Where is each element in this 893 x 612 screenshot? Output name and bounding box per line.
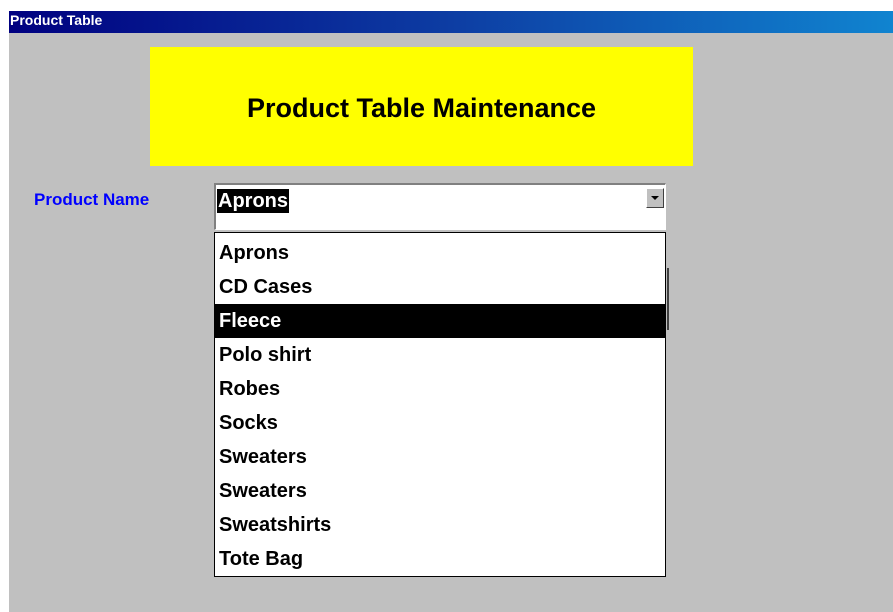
dropdown-item[interactable]: Sweatshirts <box>215 508 665 542</box>
dropdown-item[interactable]: Robes <box>215 372 665 406</box>
dropdown-item[interactable]: Socks <box>215 406 665 440</box>
page-title: Product Table Maintenance <box>246 93 597 123</box>
product-table-window: Product Table Product Table Maintenance … <box>9 11 893 612</box>
dropdown-item[interactable]: Sweaters <box>215 440 665 474</box>
dropdown-item[interactable]: Fleece <box>215 304 665 338</box>
dropdown-item[interactable]: Polo shirt <box>215 338 665 372</box>
window-title: Product Table <box>10 12 103 28</box>
background-control-edge <box>667 268 669 330</box>
dropdown-button[interactable] <box>646 188 664 208</box>
heading-banner: Product Table Maintenance <box>150 47 693 166</box>
title-bar[interactable]: Product Table <box>9 11 893 33</box>
dropdown-item[interactable]: Tote Bag <box>215 542 665 576</box>
product-name-value[interactable]: Aprons <box>217 189 289 213</box>
product-dropdown-list[interactable]: Aprons CD Cases Fleece Polo shirt Robes Socks… <box>214 232 666 577</box>
dropdown-item[interactable]: Sweaters <box>215 474 665 508</box>
product-name-combo[interactable]: Aprons <box>214 183 666 230</box>
chevron-down-icon <box>651 195 659 200</box>
dropdown-item[interactable]: CD Cases <box>215 270 665 304</box>
product-name-label: Product Name <box>34 190 150 209</box>
dropdown-item[interactable]: Aprons <box>215 236 665 270</box>
